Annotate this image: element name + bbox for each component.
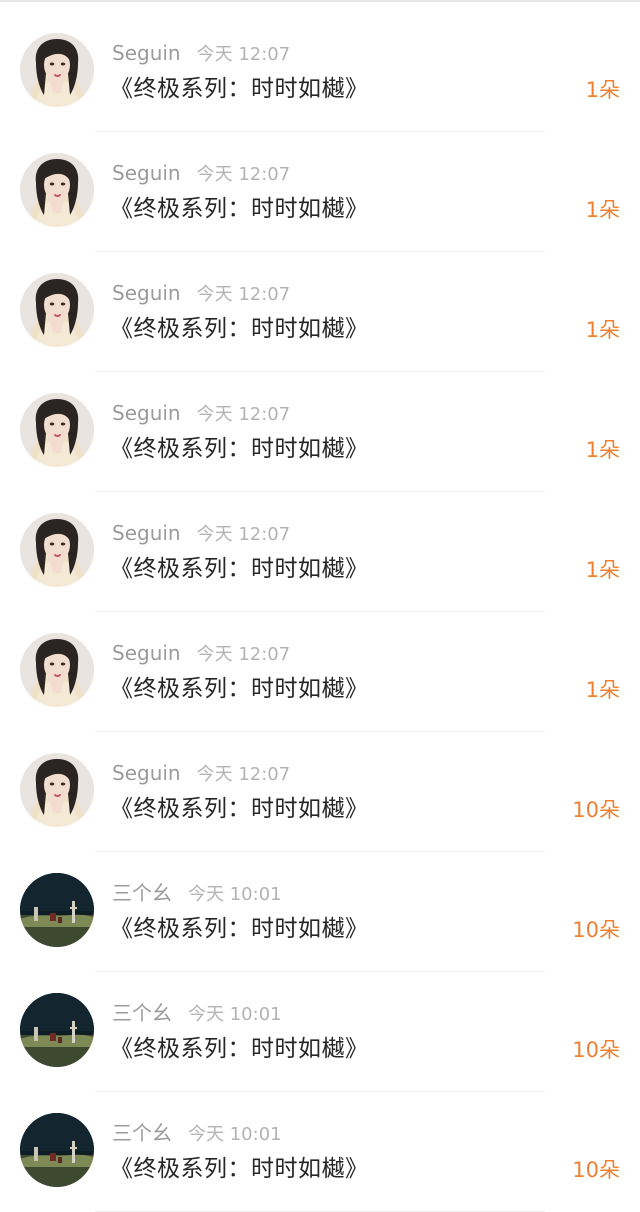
flower-count: 1朵 [585,318,620,342]
username-text: 三个幺 [112,1121,172,1145]
flower-count: 10朵 [572,798,620,822]
avatar[interactable] [20,513,94,587]
username-text: Seguin [112,281,181,305]
username: Seguin 今天 12:07 [112,160,290,188]
list-item[interactable]: 三个幺 今天 10:01 《终极系列：时时如樾》 10朵 [0,852,640,972]
list-item[interactable]: Seguin 今天 12:07 《终极系列：时时如樾》 1朵 [0,612,640,732]
timestamp: 今天 12:07 [196,284,291,305]
work-title: 《终极系列：时时如樾》 [110,76,369,102]
timestamp: 今天 12:07 [196,404,291,425]
timestamp: 今天 12:07 [196,764,291,785]
timestamp: 今天 10:01 [188,1004,282,1025]
list-item[interactable]: 三个幺 今天 10:01 《终极系列：时时如樾》 10朵 [0,1092,640,1212]
flower-count: 10朵 [572,918,620,942]
list-item[interactable]: Seguin 今天 12:07 《终极系列：时时如樾》 1朵 [0,252,640,372]
username-text: Seguin [112,761,181,785]
username: Seguin 今天 12:07 [112,520,290,548]
timestamp: 今天 10:01 [188,1124,282,1145]
avatar[interactable] [20,753,94,827]
top-edge-divider [0,0,640,2]
gift-record-list: Seguin 今天 12:07 《终极系列：时时如樾》 1朵 Seguin 今天 1… [0,12,640,1212]
username: 三个幺 今天 10:01 [112,880,282,908]
work-title: 《终极系列：时时如樾》 [110,1156,369,1182]
list-item[interactable]: 三个幺 今天 10:01 《终极系列：时时如樾》 10朵 [0,972,640,1092]
username-text: 三个幺 [112,1001,172,1025]
list-item[interactable]: Seguin 今天 12:07 《终极系列：时时如樾》 1朵 [0,12,640,132]
timestamp: 今天 12:07 [196,644,291,665]
timestamp: 今天 12:07 [196,44,291,65]
flower-count: 1朵 [585,198,620,222]
username-text: 三个幺 [112,881,172,905]
avatar[interactable] [20,993,94,1067]
work-title: 《终极系列：时时如樾》 [110,196,369,222]
flower-count: 10朵 [572,1038,620,1062]
flower-count: 1朵 [585,558,620,582]
username: Seguin 今天 12:07 [112,280,290,308]
avatar[interactable] [20,1113,94,1187]
timestamp: 今天 12:07 [196,524,291,545]
username: Seguin 今天 12:07 [112,400,290,428]
list-item[interactable]: Seguin 今天 12:07 《终极系列：时时如樾》 1朵 [0,132,640,252]
timestamp: 今天 12:07 [196,164,291,185]
avatar[interactable] [20,873,94,947]
username: Seguin 今天 12:07 [112,40,290,68]
work-title: 《终极系列：时时如樾》 [110,556,369,582]
avatar[interactable] [20,33,94,107]
list-item[interactable]: Seguin 今天 12:07 《终极系列：时时如樾》 10朵 [0,732,640,852]
avatar[interactable] [20,393,94,467]
work-title: 《终极系列：时时如樾》 [110,916,369,942]
work-title: 《终极系列：时时如樾》 [110,676,369,702]
work-title: 《终极系列：时时如樾》 [110,316,369,342]
avatar[interactable] [20,153,94,227]
username: Seguin 今天 12:07 [112,760,290,788]
username: 三个幺 今天 10:01 [112,1120,282,1148]
work-title: 《终极系列：时时如樾》 [110,436,369,462]
flower-count: 10朵 [572,1158,620,1182]
username: Seguin 今天 12:07 [112,640,290,668]
timestamp: 今天 10:01 [188,884,282,905]
flower-count: 1朵 [585,678,620,702]
flower-count: 1朵 [585,438,620,462]
username-text: Seguin [112,401,181,425]
username-text: Seguin [112,641,181,665]
avatar[interactable] [20,633,94,707]
username: 三个幺 今天 10:01 [112,1000,282,1028]
list-item[interactable]: Seguin 今天 12:07 《终极系列：时时如樾》 1朵 [0,492,640,612]
work-title: 《终极系列：时时如樾》 [110,796,369,822]
username-text: Seguin [112,521,181,545]
username-text: Seguin [112,161,181,185]
list-item[interactable]: Seguin 今天 12:07 《终极系列：时时如樾》 1朵 [0,372,640,492]
avatar[interactable] [20,273,94,347]
work-title: 《终极系列：时时如樾》 [110,1036,369,1062]
username-text: Seguin [112,41,181,65]
flower-count: 1朵 [585,78,620,102]
